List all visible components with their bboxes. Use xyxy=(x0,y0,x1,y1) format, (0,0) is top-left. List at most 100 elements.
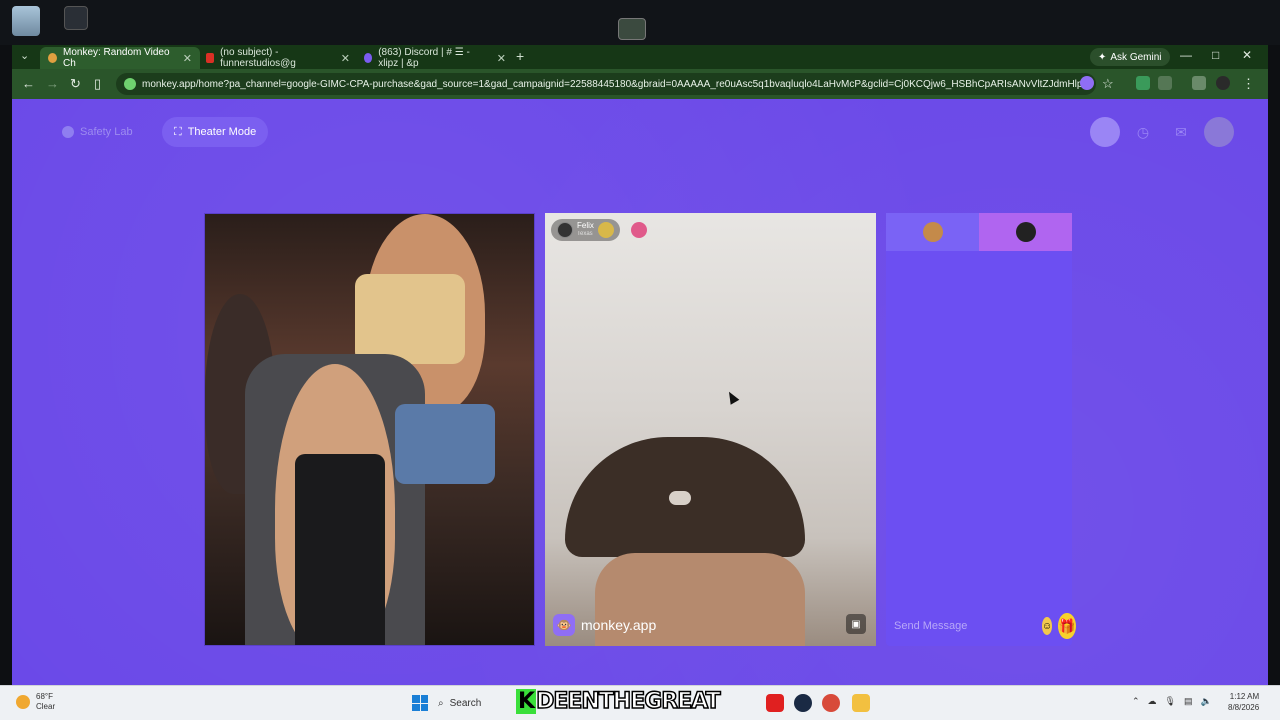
weather-desc: Clear xyxy=(36,702,56,711)
close-window-icon[interactable]: ✕ xyxy=(1242,48,1252,62)
streamer-name-k: K xyxy=(516,689,537,714)
monkey-watermark: 🐵 monkey.app xyxy=(553,614,656,636)
shield-icon xyxy=(62,126,74,138)
chat-panel: ☺ 🎁 xyxy=(886,213,1076,646)
chat-input-row: ☺ 🎁 xyxy=(886,606,1076,646)
extension-icon[interactable] xyxy=(1136,76,1150,90)
recycle-bin-icon[interactable] xyxy=(12,6,40,36)
streamer-name-text: DEENTHEGREAT xyxy=(535,688,721,715)
theater-mode-button[interactable]: ⛶ Theater Mode xyxy=(162,117,269,147)
search-icon: ⌕ xyxy=(438,697,444,709)
tab-title: (no subject) - funnerstudios@g xyxy=(220,47,296,69)
streamer-name-overlay: KDEENTHEGREAT xyxy=(516,688,721,715)
chat-tabs xyxy=(886,213,1072,251)
gmail-favicon-icon xyxy=(206,53,215,63)
steam-icon[interactable] xyxy=(794,694,812,712)
peer-info-tag[interactable]: Felix Texas xyxy=(551,219,620,241)
like-heart-icon[interactable] xyxy=(597,222,614,238)
ask-gemini-button[interactable]: ✦ Ask Gemini xyxy=(1090,48,1170,66)
ask-gemini-label: Ask Gemini xyxy=(1110,51,1162,63)
file-explorer-icon[interactable] xyxy=(852,694,870,712)
browser-window: ⌄ Monkey: Random Video Ch ✕ (no subject)… xyxy=(12,45,1268,685)
desktop-background xyxy=(0,0,1280,45)
side-panel-icon[interactable]: ▯ xyxy=(94,76,101,92)
emoji-icon[interactable]: ☺ xyxy=(1042,617,1053,635)
chat-tab-peer[interactable] xyxy=(979,213,1072,251)
local-video xyxy=(204,213,535,646)
video-cap-logo xyxy=(669,491,691,505)
chat-tab-self[interactable] xyxy=(886,213,979,251)
tab-gmail[interactable]: (no subject) - funnerstudios@g ✕ xyxy=(198,47,358,69)
remote-video: Felix Texas 🐵 monkey.app ▣ xyxy=(545,213,876,646)
downloads-icon[interactable] xyxy=(1192,76,1206,90)
forward-icon[interactable]: → xyxy=(46,76,59,91)
volume-icon[interactable]: 🔈 xyxy=(1201,696,1212,707)
moon-weather-icon xyxy=(16,695,30,709)
clock-time: 1:12 AM xyxy=(1229,692,1260,701)
mouse-cursor-icon xyxy=(724,389,740,405)
system-tray: ⌃ ☁ 🎙 ▤ 🔈 xyxy=(1132,696,1212,707)
close-tab-icon[interactable]: ✕ xyxy=(497,52,506,65)
monkey-logo-icon: 🐵 xyxy=(553,614,575,636)
peer-avatar xyxy=(1015,222,1036,242)
send-message-input[interactable] xyxy=(894,620,1036,632)
video-clothing xyxy=(295,454,385,645)
tab-monkey[interactable]: Monkey: Random Video Ch ✕ xyxy=(40,47,200,69)
close-tab-icon[interactable]: ✕ xyxy=(183,52,192,65)
site-info-icon[interactable] xyxy=(124,78,136,90)
theater-mode-icon: ⛶ xyxy=(174,125,182,138)
peer-location: Texas xyxy=(577,231,593,237)
clock[interactable]: 1:12 AM 8/8/2026 xyxy=(1228,691,1259,713)
search-label: Search xyxy=(449,697,482,709)
address-bar: ← → ↻ ▯ monkey.app/home?pa_channel=googl… xyxy=(12,69,1268,99)
desktop-shortcut-icon[interactable] xyxy=(618,18,646,40)
taskbar: 68°F Clear ⌕ Search KDEENTHEGREAT ⌃ ☁ 🎙 … xyxy=(0,685,1280,720)
self-avatar xyxy=(922,222,943,242)
minimize-icon[interactable]: — xyxy=(1180,48,1192,62)
desktop-app-icon[interactable] xyxy=(64,6,88,30)
menu-dots-icon[interactable]: ⋮ xyxy=(1242,76,1255,92)
tab-title: Monkey: Random Video Ch xyxy=(62,47,170,69)
bookmark-star-icon[interactable]: ☆ xyxy=(1102,76,1114,92)
start-button[interactable] xyxy=(412,695,428,711)
profile-avatar[interactable] xyxy=(1216,76,1230,90)
clock-date: 8/8/2026 xyxy=(1228,703,1260,712)
peer-avatar xyxy=(557,222,573,238)
gift-icon[interactable]: 🎁 xyxy=(1058,613,1076,639)
microphone-icon[interactable]: 🎙 xyxy=(1165,696,1176,707)
weather-widget[interactable]: 68°F Clear xyxy=(16,692,55,712)
discord-favicon-icon xyxy=(364,53,373,63)
monkey-app-page: Safety Lab ⛶ Theater Mode ◷ ✉ Felix Texa… xyxy=(12,99,1268,685)
tab-discord[interactable]: (863) Discord | # ☰ -xlipz | &p ✕ xyxy=(356,47,514,69)
gift-badge-icon[interactable] xyxy=(631,222,647,238)
onedrive-icon[interactable]: ☁ xyxy=(1148,696,1157,707)
extensions-puzzle-icon[interactable] xyxy=(1158,76,1172,90)
messages-icon[interactable]: ✉ xyxy=(1166,117,1196,147)
tab-search-icon[interactable]: ⌄ xyxy=(20,49,29,62)
tab-title: (863) Discord | # ☰ -xlipz | &p xyxy=(378,47,470,69)
user-avatar[interactable] xyxy=(1204,117,1234,147)
url-field[interactable]: monkey.app/home?pa_channel=google-GIMC-C… xyxy=(116,73,1096,95)
video-clothing xyxy=(395,404,495,484)
maximize-icon[interactable]: □ xyxy=(1212,48,1219,62)
extension-icon[interactable] xyxy=(1080,76,1094,90)
taskbar-search[interactable]: ⌕ Search xyxy=(438,692,528,714)
new-tab-icon[interactable]: + xyxy=(516,48,524,64)
wifi-icon[interactable]: ▤ xyxy=(1184,696,1193,707)
youtube-icon[interactable] xyxy=(766,694,784,712)
theater-mode-label: Theater Mode xyxy=(187,126,257,138)
back-icon[interactable]: ← xyxy=(22,76,35,91)
gemini-sparkle-icon: ✦ xyxy=(1098,51,1107,63)
reload-icon[interactable]: ↻ xyxy=(70,76,81,92)
fullscreen-icon[interactable]: ▣ xyxy=(846,614,866,634)
chrome-icon[interactable] xyxy=(822,694,840,712)
close-tab-icon[interactable]: ✕ xyxy=(341,52,350,65)
video-clothing xyxy=(355,274,465,364)
monkey-favicon-icon xyxy=(48,53,57,63)
gem-shop-icon[interactable] xyxy=(1090,117,1120,147)
history-icon[interactable]: ◷ xyxy=(1128,117,1158,147)
safety-lab-button[interactable]: Safety Lab xyxy=(52,119,143,145)
chevron-up-icon[interactable]: ⌃ xyxy=(1132,696,1140,707)
peer-name: Felix xyxy=(577,221,594,230)
url-text: monkey.app/home?pa_channel=google-GIMC-C… xyxy=(142,78,1082,90)
